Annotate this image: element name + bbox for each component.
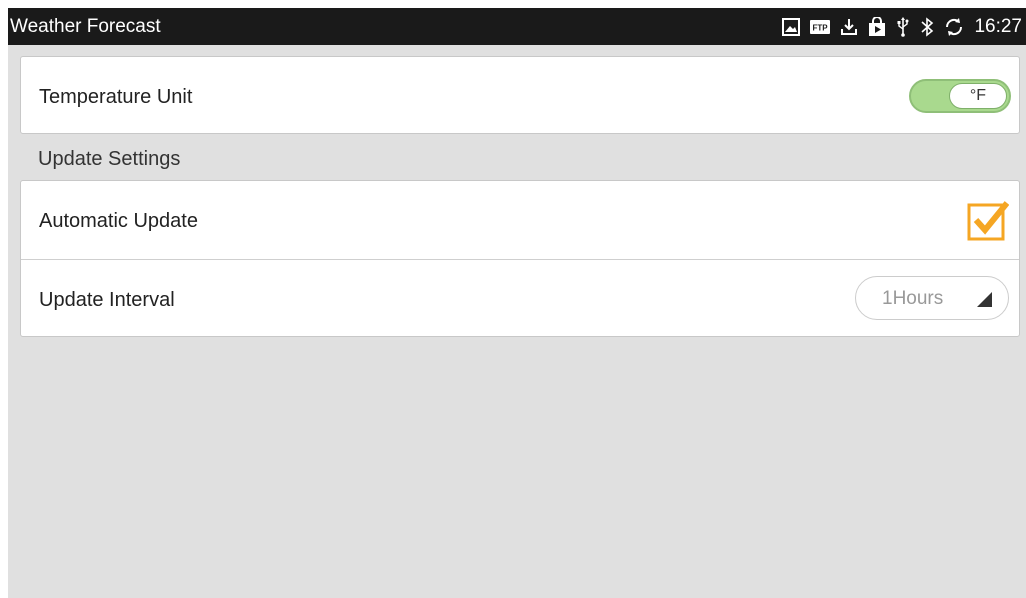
update-interval-label: Update Interval	[39, 289, 175, 311]
screen: Weather Forecast FTP 16:27 Temperature U…	[8, 8, 1026, 598]
dropdown-arrow-icon	[977, 292, 992, 307]
automatic-update-checkbox[interactable]	[967, 199, 1010, 241]
update-interval-row[interactable]: Update Interval 1Hours	[21, 259, 1019, 337]
temperature-unit-row[interactable]: Temperature Unit °F	[21, 57, 1019, 135]
automatic-update-row[interactable]: Automatic Update	[21, 181, 1019, 259]
temperature-unit-card: Temperature Unit °F	[20, 56, 1020, 134]
temperature-unit-value: °F	[949, 83, 1007, 109]
automatic-update-label: Automatic Update	[39, 210, 198, 232]
status-icons: FTP 16:27	[782, 8, 1022, 45]
bluetooth-icon	[920, 8, 934, 45]
temperature-unit-toggle[interactable]: °F	[909, 79, 1011, 113]
app-title: Weather Forecast	[10, 16, 161, 37]
usb-icon	[896, 8, 910, 45]
sync-icon	[944, 8, 964, 45]
update-settings-header: Update Settings	[38, 148, 181, 170]
download-icon	[840, 8, 858, 45]
ftp-label: FTP	[813, 23, 829, 32]
status-bar: Weather Forecast FTP 16:27	[8, 8, 1026, 45]
update-settings-card: Automatic Update Update Interval 1Hours	[20, 180, 1020, 337]
gallery-icon	[782, 8, 801, 45]
store-icon	[868, 8, 886, 45]
update-interval-value: 1Hours	[882, 288, 944, 309]
status-clock: 16:27	[974, 16, 1022, 37]
ftp-icon: FTP	[810, 8, 831, 45]
update-interval-dropdown[interactable]: 1Hours	[855, 276, 1009, 320]
temperature-unit-label: Temperature Unit	[39, 86, 193, 108]
